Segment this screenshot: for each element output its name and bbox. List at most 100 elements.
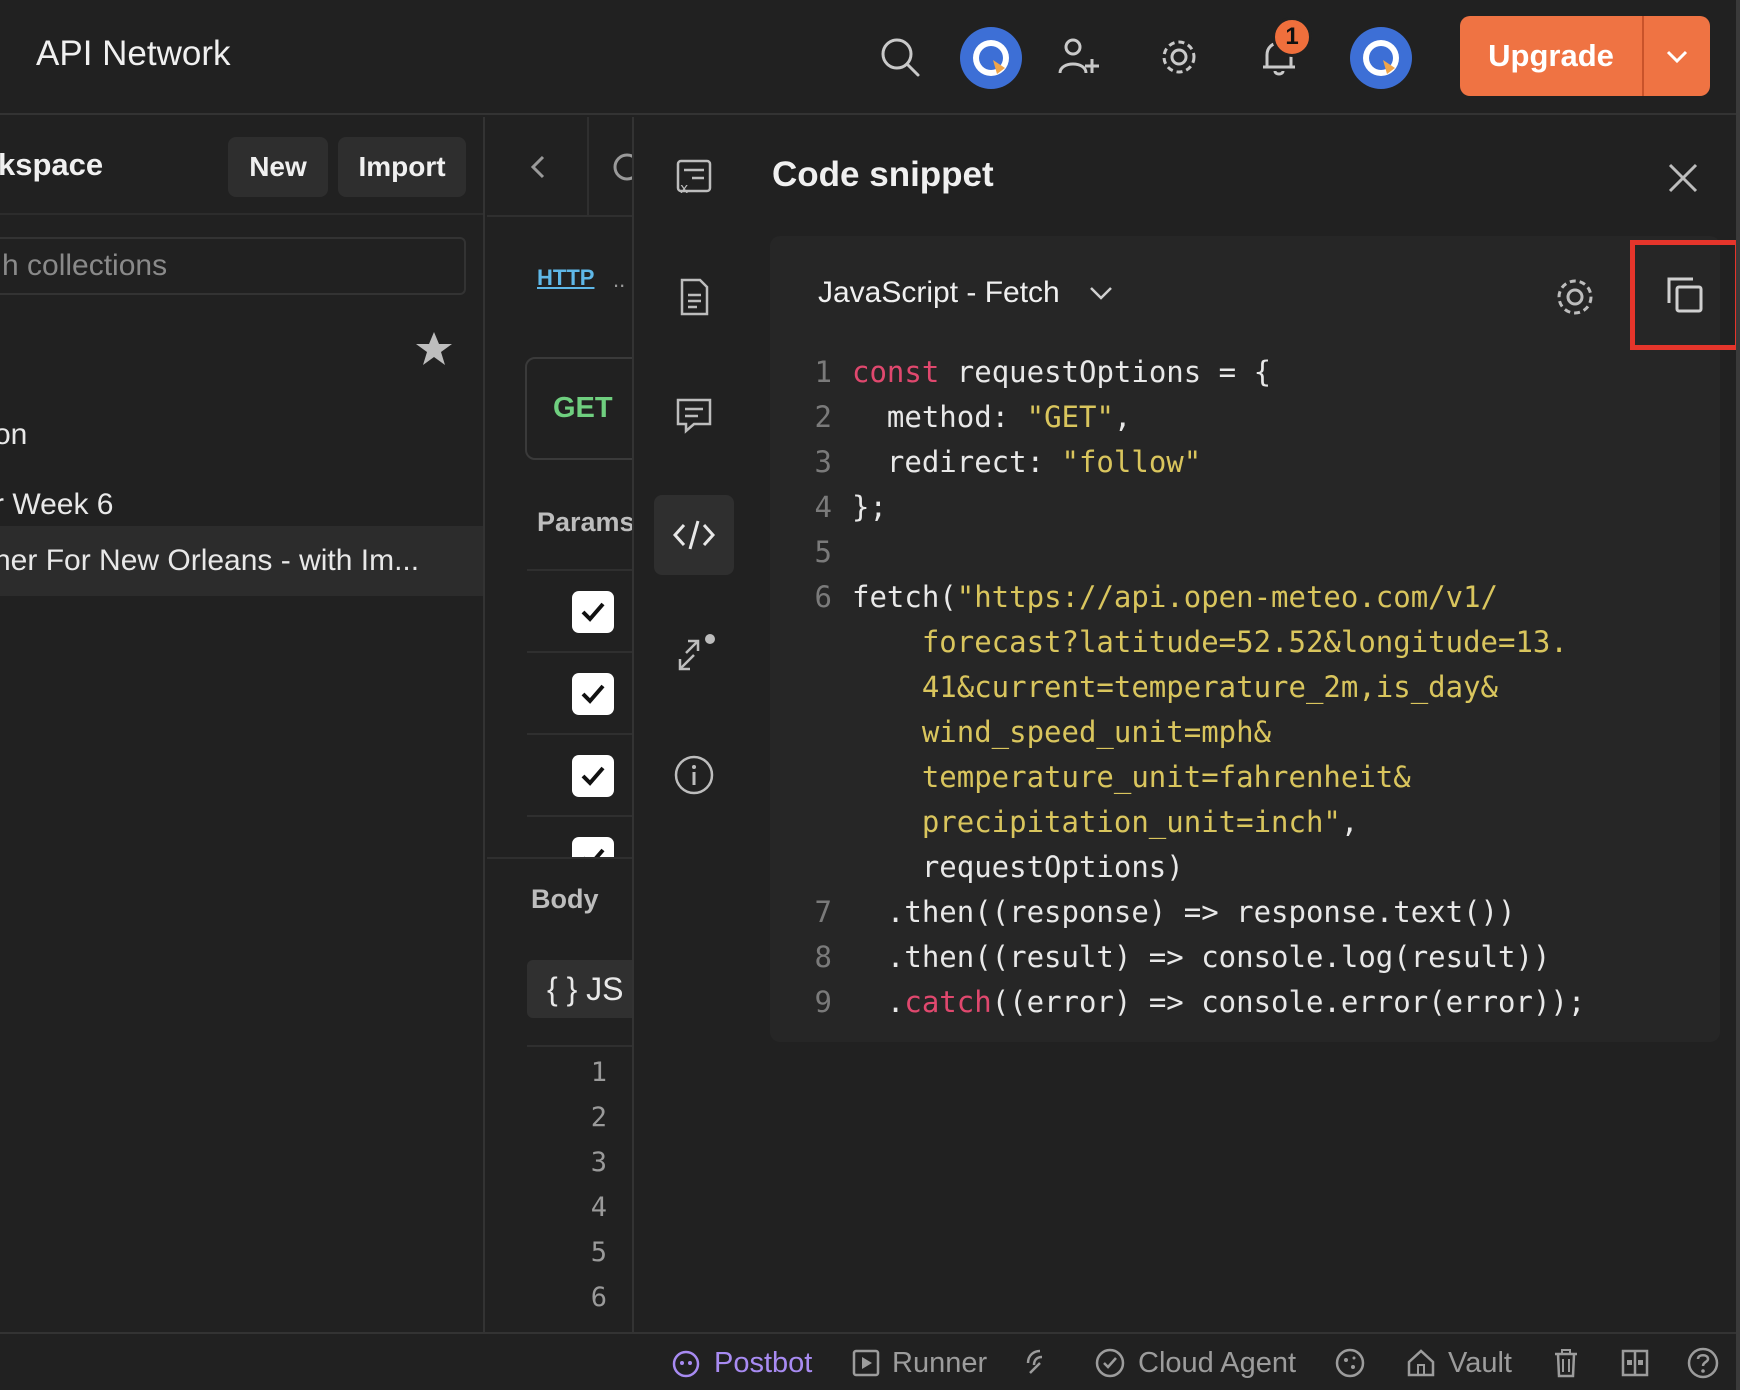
body-divider [487,857,632,859]
code-line: wind_speed_unit=mph& [770,710,1585,755]
code-line-content: .catch((error) => console.error(error)); [852,980,1585,1025]
code-line-number: 9 [814,985,832,1019]
import-button[interactable]: Import [338,137,466,197]
code-line: requestOptions) [770,845,1585,890]
user-avatar[interactable] [1350,27,1412,89]
code-token: temperature_unit=fahrenheit& [852,760,1411,794]
team-avatar[interactable] [960,27,1022,89]
code-line: 3 redirect: "follow" [770,440,1585,485]
code-token: wind_speed_unit=mph& [852,715,1272,749]
code-token: "GET" [1026,400,1114,434]
capture-satellite-icon[interactable] [1024,1334,1056,1390]
code-token: . [852,985,905,1019]
tab-params[interactable]: Params [537,507,632,538]
code-line: 6 fetch("https://api.open-meteo.com/v1/ [770,575,1585,620]
upgrade-button[interactable]: Upgrade [1460,16,1644,96]
code-token: , [1340,805,1359,839]
code-token: redirect: [852,445,1062,479]
code-line-content: 41&current=temperature_2m,is_day& [852,665,1498,710]
code-token: method: [852,400,1027,434]
body-mode-select[interactable]: { } JS [527,960,632,1018]
chevron-left-icon[interactable] [525,153,549,186]
code-line-number: 4 [814,490,832,524]
method-select[interactable]: GET [525,357,632,460]
code-line: 7 .then((response) => response.text()) [770,890,1585,935]
snippet-settings-gear-icon[interactable] [1552,274,1598,320]
param-row [527,733,632,815]
code-token: ((error) => console.error(error)); [991,985,1586,1019]
search-collections-input[interactable]: h collections [0,237,466,295]
code-line-content: method: "GET", [852,395,1131,440]
vault-label: Vault [1448,1346,1512,1379]
upgrade-button-group: Upgrade [1460,16,1710,96]
vault-button[interactable]: Vault [1406,1334,1512,1390]
invite-user-icon[interactable] [1048,26,1110,88]
code-line-number: 3 [814,445,832,479]
code-line: 2 method: "GET", [770,395,1585,440]
code-line: 4}; [770,485,1585,530]
help-icon[interactable] [1686,1334,1720,1390]
code-token: "follow" [1061,445,1202,479]
code-line-number: 1 [814,355,832,389]
code-snippet-icon[interactable] [654,495,734,575]
language-select[interactable]: JavaScript - Fetch [818,276,1114,310]
code-token: "https://api.open-meteo.com/v1/ [956,580,1499,614]
check-icon [581,684,605,704]
request-panel: HTTP .. GET Params Body { } JS 1 2 3 4 5… [487,117,632,1332]
check-icon [581,602,605,622]
sidebar-divider [0,213,483,215]
param-checkbox[interactable] [572,673,614,715]
cookies-icon[interactable] [1334,1334,1366,1390]
code-line-number: 6 [814,580,832,614]
code-line-content: .then((result) => console.log(result)) [852,935,1550,980]
code-snippet-body[interactable]: 1 const requestOptions = {2 method: "GET"… [770,350,1586,1025]
code-line-content: redirect: "follow" [852,440,1201,485]
code-line-content: .then((response) => response.text()) [852,890,1516,935]
param-checkbox[interactable] [572,591,614,633]
variables-icon[interactable]: x [654,137,734,217]
code-token: requestOptions) [852,850,1184,884]
copy-icon [1667,277,1703,313]
line-number: 2 [590,1102,607,1133]
sidebar-item[interactable]: on [0,405,483,465]
copy-snippet-button[interactable] [1630,240,1740,350]
runner-button[interactable]: Runner [852,1334,987,1390]
code-line: 5 [770,530,1585,575]
sidebar-item-active[interactable]: her For New Orleans - with Im... [0,526,483,596]
related-collections-icon[interactable] [654,615,734,695]
header-title[interactable]: API Network [36,34,231,74]
environment-icon[interactable] [607,149,632,190]
upgrade-dropdown-button[interactable] [1644,16,1710,96]
code-line-number [770,620,852,665]
param-checkbox[interactable] [572,755,614,797]
favorites-star-icon[interactable] [414,329,454,369]
comments-icon[interactable] [654,375,734,455]
layout-panels-icon[interactable] [1620,1334,1650,1390]
check-circle-icon [1095,1348,1125,1378]
documentation-icon[interactable] [654,257,734,337]
param-row [527,569,632,651]
code-line-number: 2 [814,400,832,434]
more-dots-icon[interactable]: .. [613,267,625,293]
code-line: temperature_unit=fahrenheit& [770,755,1585,800]
new-button[interactable]: New [228,137,328,197]
code-line-number [770,665,852,710]
param-row [527,651,632,733]
code-line: 1 const requestOptions = { [770,350,1585,395]
postbot-button[interactable]: Postbot [670,1334,812,1390]
search-icon[interactable] [869,26,931,88]
info-icon[interactable] [654,735,734,815]
app-header: API Network 1 Upgrade [0,0,1740,115]
code-line: 8 .then((result) => console.log(result)) [770,935,1585,980]
line-number: 4 [590,1192,607,1223]
code-line-content: const requestOptions = { [852,350,1271,395]
code-line-content: temperature_unit=fahrenheit& [852,755,1411,800]
trash-icon[interactable] [1552,1334,1580,1390]
code-line-number: 7 [814,895,832,929]
cloud-agent-button[interactable]: Cloud Agent [1094,1334,1296,1390]
code-token: .then((response) => response.text()) [852,895,1516,929]
param-checkbox[interactable] [572,837,614,857]
close-icon[interactable] [1660,155,1706,201]
settings-gear-icon[interactable] [1148,26,1210,88]
code-snippet-title: Code snippet [772,155,994,194]
